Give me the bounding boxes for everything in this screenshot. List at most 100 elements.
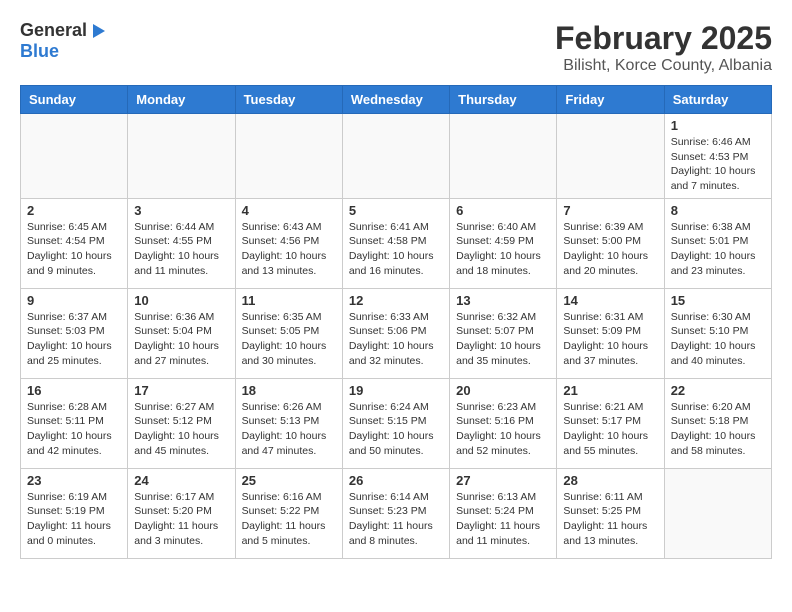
calendar-cell: 18 Sunrise: 6:26 AM Sunset: 5:13 PM Dayli…	[235, 378, 342, 468]
calendar-cell: 6Sunrise: 6:40 AM Sunset: 4:59 PM Daylig…	[450, 198, 557, 288]
day-info: Sunrise: 6:33 AM Sunset: 5:06 PM Dayligh…	[349, 310, 443, 369]
day-number: 23	[27, 473, 121, 488]
day-number: 15	[671, 293, 765, 308]
day-info: Sunrise: 6:26 AM Sunset: 5:13 PM Dayligh…	[242, 400, 336, 459]
day-info: Sunrise: 6:35 AM Sunset: 5:05 PM Dayligh…	[242, 310, 336, 369]
calendar-header-friday: Friday	[557, 86, 664, 114]
calendar-cell: 3 Sunrise: 6:44 AM Sunset: 4:55 PM Daylig…	[128, 198, 235, 288]
calendar-cell: 19Sunrise: 6:24 AM Sunset: 5:15 PM Dayli…	[342, 378, 449, 468]
day-number: 24	[134, 473, 228, 488]
calendar-cell: 9Sunrise: 6:37 AM Sunset: 5:03 PM Daylig…	[21, 288, 128, 378]
day-info: Sunrise: 6:30 AM Sunset: 5:10 PM Dayligh…	[671, 310, 765, 369]
day-number: 11	[242, 293, 336, 308]
day-info: Sunrise: 6:17 AM Sunset: 5:20 PM Dayligh…	[134, 490, 228, 549]
day-number: 3	[134, 203, 228, 218]
day-info: Sunrise: 6:14 AM Sunset: 5:23 PM Dayligh…	[349, 490, 443, 549]
day-number: 18	[242, 383, 336, 398]
logo-general-text: General	[20, 20, 87, 41]
day-number: 1	[671, 118, 765, 133]
day-info: Sunrise: 6:37 AM Sunset: 5:03 PM Dayligh…	[27, 310, 121, 369]
calendar-header-sunday: Sunday	[21, 86, 128, 114]
calendar-header-tuesday: Tuesday	[235, 86, 342, 114]
day-info: Sunrise: 6:41 AM Sunset: 4:58 PM Dayligh…	[349, 220, 443, 279]
calendar-cell	[21, 114, 128, 199]
calendar-cell: 15 Sunrise: 6:30 AM Sunset: 5:10 PM Dayli…	[664, 288, 771, 378]
calendar-cell: 20 Sunrise: 6:23 AM Sunset: 5:16 PM Dayli…	[450, 378, 557, 468]
day-number: 4	[242, 203, 336, 218]
day-info: Sunrise: 6:43 AM Sunset: 4:56 PM Dayligh…	[242, 220, 336, 279]
calendar-cell	[128, 114, 235, 199]
day-number: 16	[27, 383, 121, 398]
day-number: 14	[563, 293, 657, 308]
day-info: Sunrise: 6:19 AM Sunset: 5:19 PM Dayligh…	[27, 490, 121, 549]
day-info: Sunrise: 6:13 AM Sunset: 5:24 PM Dayligh…	[456, 490, 550, 549]
calendar-table: SundayMondayTuesdayWednesdayThursdayFrid…	[20, 85, 772, 559]
logo: General Blue	[20, 20, 107, 62]
day-number: 12	[349, 293, 443, 308]
day-number: 19	[349, 383, 443, 398]
day-info: Sunrise: 6:45 AM Sunset: 4:54 PM Dayligh…	[27, 220, 121, 279]
calendar-cell: 7 Sunrise: 6:39 AM Sunset: 5:00 PM Daylig…	[557, 198, 664, 288]
calendar-cell: 14 Sunrise: 6:31 AM Sunset: 5:09 PM Dayli…	[557, 288, 664, 378]
day-info: Sunrise: 6:40 AM Sunset: 4:59 PM Dayligh…	[456, 220, 550, 279]
calendar-cell: 5Sunrise: 6:41 AM Sunset: 4:58 PM Daylig…	[342, 198, 449, 288]
day-info: Sunrise: 6:31 AM Sunset: 5:09 PM Dayligh…	[563, 310, 657, 369]
calendar-cell: 25 Sunrise: 6:16 AM Sunset: 5:22 PM Dayli…	[235, 468, 342, 558]
day-info: Sunrise: 6:46 AM Sunset: 4:53 PM Dayligh…	[671, 135, 765, 194]
calendar-cell	[450, 114, 557, 199]
calendar-cell: 28Sunrise: 6:11 AM Sunset: 5:25 PM Dayli…	[557, 468, 664, 558]
day-info: Sunrise: 6:28 AM Sunset: 5:11 PM Dayligh…	[27, 400, 121, 459]
day-number: 2	[27, 203, 121, 218]
day-number: 27	[456, 473, 550, 488]
day-info: Sunrise: 6:38 AM Sunset: 5:01 PM Dayligh…	[671, 220, 765, 279]
calendar-cell: 12 Sunrise: 6:33 AM Sunset: 5:06 PM Dayli…	[342, 288, 449, 378]
calendar-week-4: 16 Sunrise: 6:28 AM Sunset: 5:11 PM Dayli…	[21, 378, 772, 468]
day-number: 17	[134, 383, 228, 398]
calendar-week-1: 1 Sunrise: 6:46 AM Sunset: 4:53 PM Daylig…	[21, 114, 772, 199]
calendar-cell: 10 Sunrise: 6:36 AM Sunset: 5:04 PM Dayli…	[128, 288, 235, 378]
calendar-cell: 22Sunrise: 6:20 AM Sunset: 5:18 PM Dayli…	[664, 378, 771, 468]
day-info: Sunrise: 6:36 AM Sunset: 5:04 PM Dayligh…	[134, 310, 228, 369]
day-number: 28	[563, 473, 657, 488]
calendar-cell: 23 Sunrise: 6:19 AM Sunset: 5:19 PM Dayli…	[21, 468, 128, 558]
day-number: 8	[671, 203, 765, 218]
day-number: 20	[456, 383, 550, 398]
day-number: 21	[563, 383, 657, 398]
location-title: Bilisht, Korce County, Albania	[555, 57, 772, 75]
calendar-week-2: 2 Sunrise: 6:45 AM Sunset: 4:54 PM Daylig…	[21, 198, 772, 288]
title-area: February 2025 Bilisht, Korce County, Alb…	[555, 20, 772, 75]
calendar-header-wednesday: Wednesday	[342, 86, 449, 114]
calendar-header-row: SundayMondayTuesdayWednesdayThursdayFrid…	[21, 86, 772, 114]
day-info: Sunrise: 6:16 AM Sunset: 5:22 PM Dayligh…	[242, 490, 336, 549]
calendar-cell: 16 Sunrise: 6:28 AM Sunset: 5:11 PM Dayli…	[21, 378, 128, 468]
day-info: Sunrise: 6:44 AM Sunset: 4:55 PM Dayligh…	[134, 220, 228, 279]
day-number: 10	[134, 293, 228, 308]
calendar-cell: 26 Sunrise: 6:14 AM Sunset: 5:23 PM Dayli…	[342, 468, 449, 558]
logo-blue-text: Blue	[20, 41, 59, 62]
day-number: 13	[456, 293, 550, 308]
day-number: 25	[242, 473, 336, 488]
calendar-cell: 21 Sunrise: 6:21 AM Sunset: 5:17 PM Dayli…	[557, 378, 664, 468]
header: General Blue February 2025 Bilisht, Korc…	[20, 20, 772, 75]
day-number: 7	[563, 203, 657, 218]
calendar-cell: 13Sunrise: 6:32 AM Sunset: 5:07 PM Dayli…	[450, 288, 557, 378]
calendar-cell	[235, 114, 342, 199]
day-number: 26	[349, 473, 443, 488]
day-info: Sunrise: 6:39 AM Sunset: 5:00 PM Dayligh…	[563, 220, 657, 279]
calendar-week-5: 23 Sunrise: 6:19 AM Sunset: 5:19 PM Dayli…	[21, 468, 772, 558]
calendar-header-saturday: Saturday	[664, 86, 771, 114]
calendar-cell: 17 Sunrise: 6:27 AM Sunset: 5:12 PM Dayli…	[128, 378, 235, 468]
calendar-cell	[557, 114, 664, 199]
calendar-cell	[664, 468, 771, 558]
logo-arrow-icon	[89, 22, 107, 40]
calendar-cell: 8 Sunrise: 6:38 AM Sunset: 5:01 PM Daylig…	[664, 198, 771, 288]
calendar-cell: 2 Sunrise: 6:45 AM Sunset: 4:54 PM Daylig…	[21, 198, 128, 288]
calendar-cell: 1 Sunrise: 6:46 AM Sunset: 4:53 PM Daylig…	[664, 114, 771, 199]
day-info: Sunrise: 6:20 AM Sunset: 5:18 PM Dayligh…	[671, 400, 765, 459]
day-info: Sunrise: 6:27 AM Sunset: 5:12 PM Dayligh…	[134, 400, 228, 459]
calendar-cell: 4 Sunrise: 6:43 AM Sunset: 4:56 PM Daylig…	[235, 198, 342, 288]
calendar-header-monday: Monday	[128, 86, 235, 114]
day-info: Sunrise: 6:23 AM Sunset: 5:16 PM Dayligh…	[456, 400, 550, 459]
day-info: Sunrise: 6:21 AM Sunset: 5:17 PM Dayligh…	[563, 400, 657, 459]
calendar-cell: 27 Sunrise: 6:13 AM Sunset: 5:24 PM Dayli…	[450, 468, 557, 558]
